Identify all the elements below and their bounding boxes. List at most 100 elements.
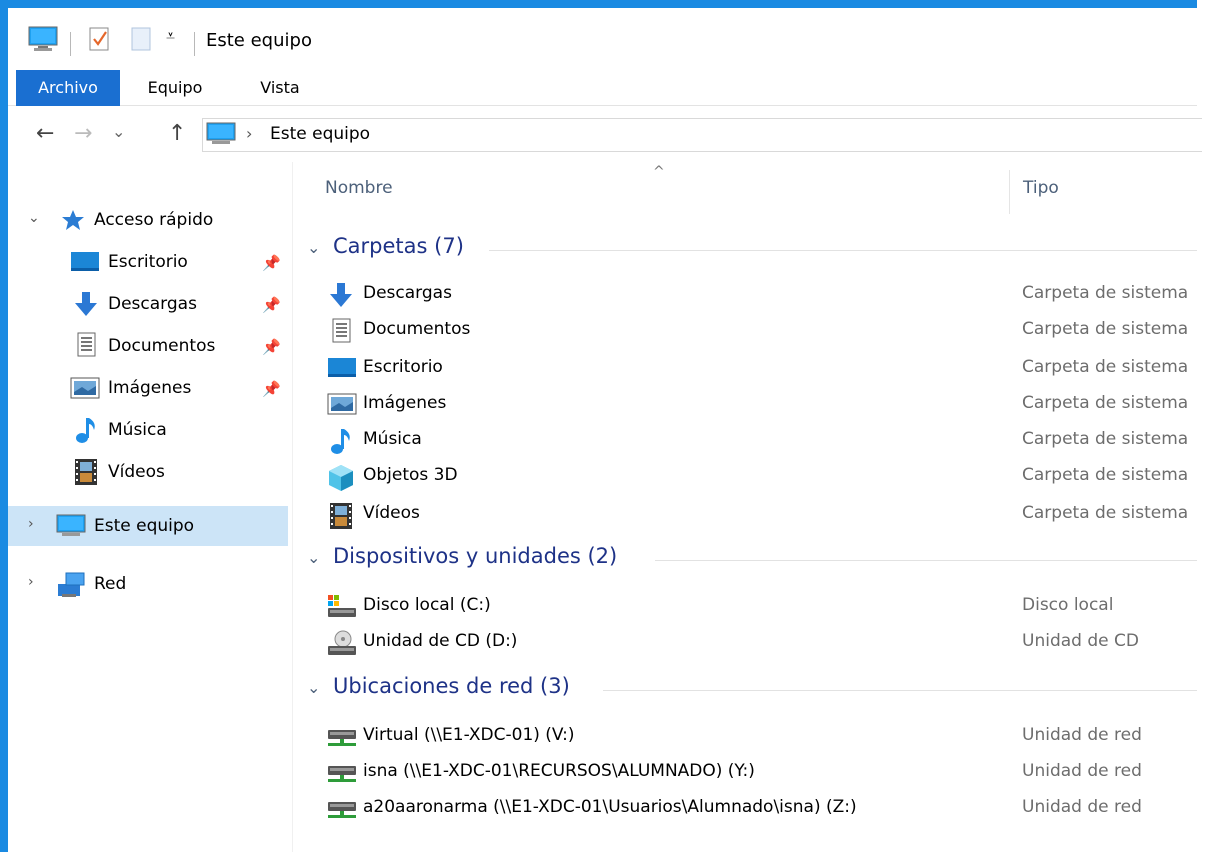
sidebar-item-label: Acceso rápido [94,210,214,230]
list-item[interactable]: Documentos Carpeta de sistema [323,312,1197,348]
item-type: Unidad de red [1022,725,1142,745]
customize-toolbar-icon[interactable]: ⩡ [166,26,175,46]
chevron-down-icon[interactable]: ⌄ [307,678,320,697]
computer-icon [56,514,86,538]
group-header-dispositivos[interactable]: ⌄ Dispositivos y unidades (2) [303,542,1197,578]
window-border-top [0,0,1197,8]
sidebar-item-label: Descargas [108,294,197,314]
item-name: Disco local (C:) [363,595,491,615]
sidebar-item-label: Vídeos [108,462,165,482]
item-name: Objetos 3D [363,465,458,485]
sidebar-item-label: Red [94,574,127,594]
sidebar-item-red[interactable]: › Red [8,564,288,604]
chevron-down-icon[interactable]: ⌄ [28,210,40,226]
sidebar-item-imagenes[interactable]: Imágenes 📌 [8,368,288,408]
download-icon [327,282,355,307]
sort-ascending-icon: ^ [653,164,665,180]
sidebar-item-videos[interactable]: Vídeos [8,452,288,492]
network-drive-icon [327,796,356,820]
tab-equipo[interactable]: Equipo [130,70,220,106]
navigation-bar: ← → ⌄ ↑ › Este equipo [8,106,1202,162]
back-arrow-icon[interactable]: ← [36,122,54,146]
item-type: Unidad de red [1022,797,1142,817]
tab-vista[interactable]: Vista [244,70,316,106]
new-folder-icon[interactable] [130,26,152,52]
up-arrow-icon[interactable]: ↑ [168,122,186,146]
file-list: ^ Nombre Tipo ⌄ Carpetas (7) Descargas C… [293,162,1197,852]
pin-icon[interactable]: 📌 [262,338,281,356]
pin-icon[interactable]: 📌 [262,254,281,272]
item-type: Carpeta de sistema [1022,429,1189,449]
list-item[interactable]: Unidad de CD (D:) Unidad de CD [323,624,1197,660]
list-item[interactable]: Música Carpeta de sistema [323,422,1197,458]
pictures-icon [70,376,100,400]
item-name: Documentos [363,319,471,339]
pin-icon[interactable]: 📌 [262,380,281,398]
window-title: Este equipo [206,30,312,51]
list-item[interactable]: Virtual (\\E1-XDC-01) (V:) Unidad de red [323,718,1197,754]
sidebar-item-label: Música [108,420,167,440]
item-name: isna (\\E1-XDC-01\RECURSOS\ALUMNADO) (Y:… [363,761,755,781]
item-name: Virtual (\\E1-XDC-01) (V:) [363,725,575,745]
toolbar-separator [70,32,71,56]
item-type: Carpeta de sistema [1022,357,1189,377]
sidebar-item-descargas[interactable]: Descargas 📌 [8,284,288,324]
item-name: Imágenes [363,393,447,413]
column-header-nombre[interactable]: Nombre [325,178,393,198]
group-divider [655,560,1197,561]
toolbar-separator [194,32,195,56]
pictures-icon [327,392,357,416]
item-type: Carpeta de sistema [1022,393,1189,413]
forward-arrow-icon[interactable]: → [74,122,92,146]
list-item[interactable]: Vídeos Carpeta de sistema [323,496,1197,532]
sidebar-item-label: Imágenes [108,378,192,398]
computer-icon[interactable] [28,26,58,52]
sidebar-item-este-equipo[interactable]: › Este equipo [8,506,288,546]
pin-icon[interactable]: 📌 [262,296,281,314]
item-name: Música [363,429,422,449]
list-item[interactable]: isna (\\E1-XDC-01\RECURSOS\ALUMNADO) (Y:… [323,754,1197,790]
download-icon [72,290,100,318]
group-header-ubicaciones-red[interactable]: ⌄ Ubicaciones de red (3) [303,672,1197,708]
music-icon [329,428,357,454]
sidebar-item-label: Escritorio [108,252,188,272]
sidebar-item-documentos[interactable]: Documentos 📌 [8,326,288,366]
breadcrumb-separator: › [246,124,253,143]
list-item[interactable]: Imágenes Carpeta de sistema [323,386,1197,422]
list-item[interactable]: Descargas Carpeta de sistema [323,276,1197,312]
recent-locations-chevron-icon[interactable]: ⌄ [112,120,125,144]
item-name: a20aaronarma (\\E1-XDC-01\Usuarios\Alumn… [363,797,857,817]
title-bar: ⩡ Este equipo [8,8,1197,70]
group-divider [489,250,1197,251]
sidebar-item-label: Este equipo [94,516,195,536]
tab-archivo[interactable]: Archivo [16,70,120,106]
group-title: Ubicaciones de red (3) [333,674,570,698]
breadcrumb-este-equipo[interactable]: Este equipo [270,124,370,144]
document-icon [76,332,98,358]
video-icon [74,458,98,486]
chevron-right-icon[interactable]: › [28,574,34,590]
group-divider [603,690,1197,691]
network-drive-icon [327,760,356,784]
item-type: Carpeta de sistema [1022,465,1189,485]
item-type: Unidad de CD [1022,631,1139,651]
column-separator[interactable] [1009,170,1010,214]
group-header-carpetas[interactable]: ⌄ Carpetas (7) [303,232,1197,268]
navigation-pane: ⌄ Acceso rápido Escritorio 📌 Descargas 📌 [8,162,292,852]
properties-icon[interactable] [88,26,112,52]
file-explorer-window: ⩡ Este equipo Archivo Equipo Vista ← → ⌄… [0,0,1205,852]
sidebar-item-escritorio[interactable]: Escritorio 📌 [8,242,288,282]
list-item[interactable]: Escritorio Carpeta de sistema [323,350,1197,386]
item-name: Descargas [363,283,452,303]
chevron-down-icon[interactable]: ⌄ [307,548,320,567]
desktop-icon [70,250,100,274]
document-icon [331,318,359,343]
list-item[interactable]: Objetos 3D Carpeta de sistema [323,458,1197,494]
sidebar-item-acceso-rapido[interactable]: ⌄ Acceso rápido [8,200,288,240]
chevron-down-icon[interactable]: ⌄ [307,238,320,257]
list-item[interactable]: Disco local (C:) Disco local [323,588,1197,624]
column-header-tipo[interactable]: Tipo [1023,178,1059,198]
sidebar-item-musica[interactable]: Música [8,410,288,450]
list-item[interactable]: a20aaronarma (\\E1-XDC-01\Usuarios\Alumn… [323,790,1197,826]
chevron-right-icon[interactable]: › [28,516,34,532]
